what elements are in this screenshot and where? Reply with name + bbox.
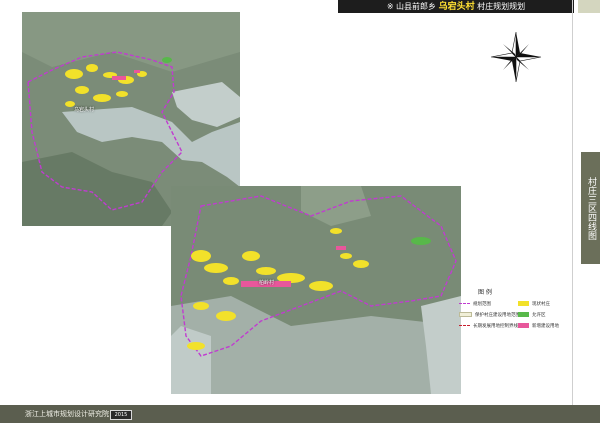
title-highlight: 乌宕头村: [438, 2, 475, 12]
legend-swatch: [459, 312, 472, 317]
legend-item-new-build: 新增建设用地: [518, 323, 559, 330]
legend-swatch: [518, 301, 529, 306]
green-south: [411, 237, 431, 245]
legend-swatch: [459, 325, 470, 326]
map-south-label: 柏岭村: [259, 280, 275, 286]
legend-swatch: [518, 323, 529, 328]
legend-label: 规划范围: [473, 302, 491, 307]
footer-badge: 2015: [110, 410, 132, 420]
legend-item-existing-village: 现状村庄: [518, 301, 550, 308]
legend-swatch: [459, 303, 470, 304]
legend-label: 保护村庄建设用地范围: [475, 313, 520, 318]
water-southwest: [171, 326, 211, 394]
legend-label: 允许区: [532, 313, 546, 318]
green-north: [162, 57, 172, 63]
map-legend: 图 例 规划范围 现状村庄 保护村庄建设用地范围 允许区 长期发展用地控制界线 …: [456, 287, 574, 339]
legend-item-boundary: 规划范围: [459, 301, 491, 308]
document-title-banner: ※ 山县前郎乡 乌宕头村 村庄规划规划: [338, 0, 574, 13]
compass-rose-svg: [490, 31, 542, 83]
legend-item-control-line: 长期发展用地控制界线: [459, 323, 518, 330]
footer-bar: 浙江上城市规划设计研究院 2015: [0, 405, 600, 423]
legend-label: 长期发展用地控制界线: [473, 324, 518, 329]
legend-title: 图 例: [478, 289, 492, 296]
legend-label: 新增建设用地: [532, 324, 559, 329]
frame-divider: [572, 0, 573, 405]
legend-item-protected-range: 保护村庄建设用地范围: [459, 312, 520, 319]
legend-item-allowed-zone: 允许区: [518, 312, 546, 319]
side-tab-label: 村庄三区四线图: [586, 176, 596, 240]
compass-icon: [488, 30, 544, 84]
aerial-map-south[interactable]: 柏岭村: [171, 186, 461, 394]
legend-swatch: [518, 312, 529, 317]
footer-text: 浙江上城市规划设计研究院: [25, 410, 109, 418]
title-suffix: 村庄规划规划: [477, 2, 526, 11]
aerial-map-south-svg: [171, 186, 461, 394]
legend-label: 现状村庄: [532, 302, 550, 307]
corner-block: [578, 0, 600, 13]
title-prefix: ※ 山县前郎乡: [386, 2, 437, 11]
map-north-label: 乌宕头村: [74, 107, 95, 113]
side-tab[interactable]: 村庄三区四线图: [581, 152, 600, 264]
